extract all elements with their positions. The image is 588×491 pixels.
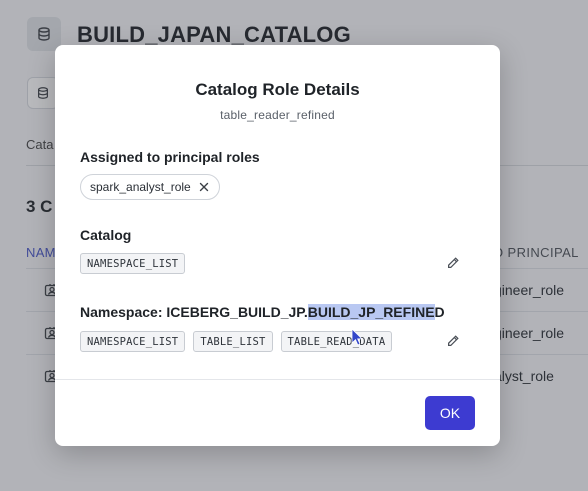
privilege-tag: TABLE_LIST — [193, 331, 273, 352]
dialog-subtitle: table_reader_refined — [220, 108, 335, 122]
catalog-role-details-dialog: Catalog Role Details table_reader_refine… — [55, 45, 500, 446]
catalog-section-label: Catalog — [80, 227, 132, 243]
namespace-privileges: NAMESPACE_LIST TABLE_LIST TABLE_READ_DAT… — [80, 331, 393, 352]
close-icon[interactable] — [197, 180, 211, 194]
namespace-section-label: Namespace: ICEBERG_BUILD_JP.BUILD_JP_REF… — [80, 304, 445, 320]
ok-button[interactable]: OK — [425, 396, 475, 430]
pencil-icon — [448, 257, 459, 268]
edit-namespace-privileges-button[interactable] — [443, 331, 463, 351]
dialog-title: Catalog Role Details — [195, 80, 360, 99]
namespace-label-suffix: D — [434, 304, 445, 320]
namespace-label-selection: BUILD_JP_REFINE — [307, 304, 435, 320]
pencil-icon — [448, 335, 459, 346]
dialog-footer-divider — [55, 379, 500, 380]
principal-roles-label: Assigned to principal roles — [80, 149, 260, 165]
privilege-tag: NAMESPACE_LIST — [80, 331, 186, 352]
edit-catalog-privileges-button[interactable] — [443, 253, 463, 273]
principal-role-chip-label: spark_analyst_role — [90, 180, 191, 194]
privilege-tag: TABLE_READ_DATA — [280, 331, 393, 352]
principal-role-chip: spark_analyst_role — [80, 174, 220, 200]
privilege-tag: NAMESPACE_LIST — [80, 253, 186, 274]
namespace-label-prefix: Namespace: ICEBERG_BUILD_JP. — [80, 304, 308, 320]
catalog-privileges: NAMESPACE_LIST — [80, 253, 186, 274]
